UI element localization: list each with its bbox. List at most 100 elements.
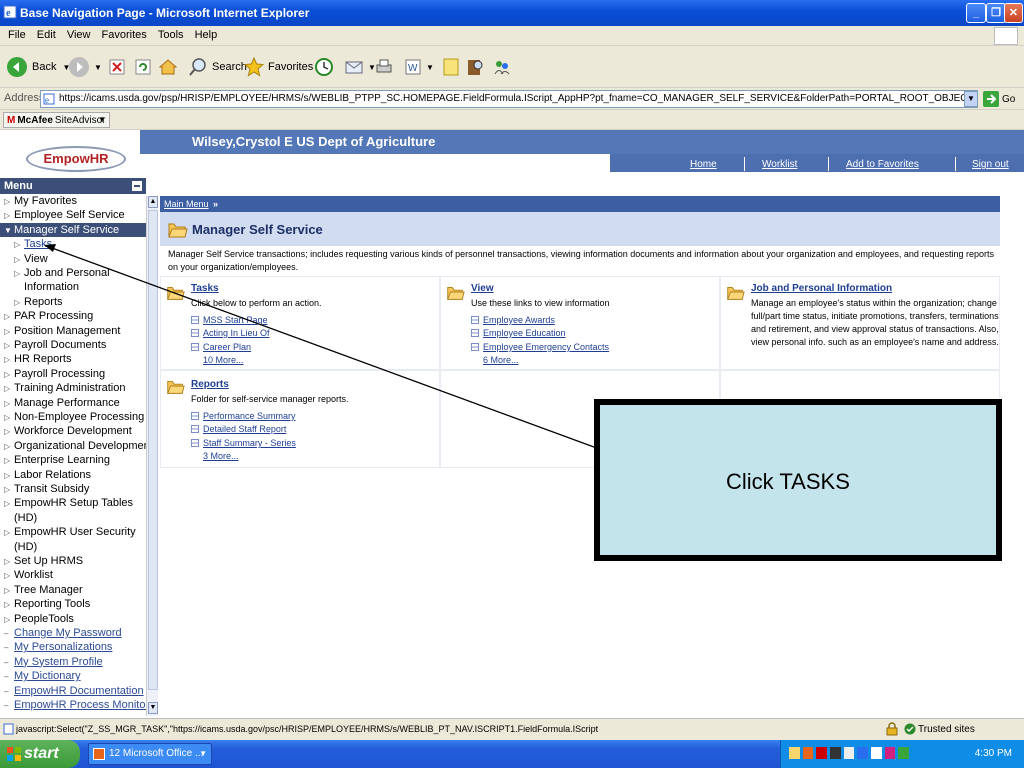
mail-button[interactable]: ▼ — [344, 54, 376, 80]
menu-item-labor-relations[interactable]: ▷ Labor Relations — [0, 468, 146, 482]
tray-mail-icon[interactable] — [789, 747, 800, 759]
collapse-menu-icon[interactable] — [132, 181, 142, 191]
taskbar-office-group[interactable]: 12 Microsoft Office ... ▼ — [88, 743, 212, 765]
close-button[interactable]: ✕ — [1004, 3, 1023, 23]
menu-tools[interactable]: Tools — [158, 29, 184, 41]
home-link[interactable]: Home — [690, 159, 717, 170]
history-button[interactable] — [314, 54, 338, 80]
refresh-button[interactable] — [134, 54, 156, 80]
menu-item-job-and-personal[interactable]: ▷ Job and Personal — [0, 266, 146, 280]
notes-button[interactable] — [442, 54, 464, 80]
detailed-staff-report-link[interactable]: Detailed Staff Report — [191, 424, 286, 434]
tray-office-icon[interactable] — [802, 747, 814, 759]
stop-button[interactable] — [108, 54, 130, 80]
reports-title-link[interactable]: Reports — [191, 379, 229, 390]
scroll-up-icon[interactable]: ▲ — [148, 196, 158, 208]
tray-network-icon[interactable] — [830, 747, 841, 759]
tasks-title-link[interactable]: Tasks — [191, 283, 219, 294]
menu-item-peopletools[interactable]: ▷ PeopleTools — [0, 612, 146, 626]
menu-item-view[interactable]: ▷ View — [0, 252, 146, 266]
scroll-down-icon[interactable]: ▼ — [148, 702, 158, 714]
performance-summary-link[interactable]: Performance Summary — [191, 411, 296, 421]
tray-speaker-icon[interactable] — [857, 747, 869, 759]
menu-item-empowhr-documentation[interactable]: – EmpowHR Documentation — [0, 684, 146, 698]
view-title-link[interactable]: View — [471, 283, 494, 294]
back-button[interactable]: Back ▼ — [6, 54, 70, 80]
job-personal-title-link[interactable]: Job and Personal Information — [751, 283, 892, 294]
maximize-button[interactable]: ❐ — [986, 3, 1006, 23]
menu-item-reporting-tools[interactable]: ▷ Reporting Tools — [0, 597, 146, 611]
menu-item-empowhr-setup-tables[interactable]: ▷ EmpowHR Setup Tables — [0, 496, 146, 510]
tray-security-icon[interactable] — [898, 747, 910, 759]
menu-item-my-favorites[interactable]: ▷ My Favorites — [0, 194, 146, 208]
employee-awards-link[interactable]: Employee Awards — [471, 315, 555, 325]
menu-item-tree-manager[interactable]: ▷ Tree Manager — [0, 583, 146, 597]
menu-item-label: My System Profile — [14, 655, 103, 668]
mss-start-page-link[interactable]: MSS Start Page — [191, 315, 268, 325]
menu-edit[interactable]: Edit — [37, 29, 56, 41]
minimize-button[interactable]: _ — [966, 3, 986, 23]
tasks-more-link[interactable]: 10 More... — [203, 355, 244, 365]
menu-help[interactable]: Help — [195, 29, 218, 41]
menu-item-empowhr-process-monitor[interactable]: – EmpowHR Process Monitor — [0, 698, 146, 712]
menu-item-empowhr-user-security[interactable]: ▷ EmpowHR User Security — [0, 525, 146, 539]
menu-file[interactable]: File — [8, 29, 26, 41]
menu-item-transit-subsidy[interactable]: ▷ Transit Subsidy — [0, 482, 146, 496]
menu-item-enterprise-learning[interactable]: ▷ Enterprise Learning — [0, 453, 146, 467]
menu-item-my-dictionary[interactable]: – My Dictionary — [0, 669, 146, 683]
staff-summary-series-link[interactable]: Staff Summary - Series — [191, 438, 296, 448]
menu-item-employee-self-service[interactable]: ▷ Employee Self Service — [0, 208, 146, 222]
acting-in-lieu-of-link[interactable]: Acting In Lieu Of — [191, 328, 270, 338]
menu-item-tasks[interactable]: ▷ Tasks — [0, 237, 146, 251]
worklist-link[interactable]: Worklist — [762, 159, 797, 170]
address-dropdown-button[interactable]: ▼ — [964, 91, 978, 107]
search-button[interactable]: Search — [188, 54, 247, 80]
menu-item-training-administration[interactable]: ▷ Training Administration — [0, 381, 146, 395]
print-button[interactable] — [374, 54, 398, 80]
menu-scrollbar[interactable]: ▲ ▼ — [146, 196, 158, 716]
menu-favorites[interactable]: Favorites — [102, 29, 147, 41]
view-more-link[interactable]: 6 More... — [483, 355, 519, 365]
add-to-favorites-link[interactable]: Add to Favorites — [846, 159, 919, 170]
tray-m-icon[interactable] — [884, 747, 896, 759]
menu-item-reports[interactable]: ▷ Reports — [0, 295, 146, 309]
reports-more-link[interactable]: 3 More... — [203, 451, 239, 461]
menu-item-my-personalizations[interactable]: – My Personalizations — [0, 640, 146, 654]
forward-button[interactable]: ▼ — [68, 54, 102, 80]
messenger-button[interactable] — [492, 54, 516, 80]
tray-printer-icon[interactable] — [843, 747, 855, 759]
go-button[interactable]: Go — [983, 91, 1015, 107]
address-input[interactable]: e https://icams.usda.gov/psp/HRISP/EMPLO… — [40, 90, 978, 108]
scroll-thumb[interactable] — [148, 210, 158, 690]
menu-item-payroll-processing[interactable]: ▷ Payroll Processing — [0, 367, 146, 381]
menu-item-worklist[interactable]: ▷ Worklist — [0, 568, 146, 582]
menu-item-hr-reports[interactable]: ▷ HR Reports — [0, 352, 146, 366]
menu-item-change-my-password[interactable]: – Change My Password — [0, 626, 146, 640]
menu-item-par-processing[interactable]: ▷ PAR Processing — [0, 309, 146, 323]
window-title-bar[interactable]: e Base Navigation Page - Microsoft Inter… — [0, 0, 1024, 26]
edit-button[interactable]: W ▼ — [404, 54, 434, 80]
career-plan-link[interactable]: Career Plan — [191, 342, 251, 352]
mcafee-siteadvisor-button[interactable]: M McAfee SiteAdvisor — [3, 112, 110, 128]
tray-tsc-icon[interactable] — [871, 747, 882, 759]
mcafee-dropdown-icon[interactable]: ▼ — [98, 115, 106, 124]
menu-view[interactable]: View — [67, 29, 91, 41]
start-button[interactable]: start — [0, 740, 80, 768]
menu-item-manager-self-service[interactable]: ▼ Manager Self Service — [0, 222, 146, 237]
menu-item-non-employee-processing[interactable]: ▷ Non-Employee Processing — [0, 410, 146, 424]
menu-item-payroll-documents[interactable]: ▷ Payroll Documents — [0, 338, 146, 352]
menu-item-position-management[interactable]: ▷ Position Management — [0, 324, 146, 338]
main-menu-link[interactable]: Main Menu — [164, 199, 209, 209]
sign-out-link[interactable]: Sign out — [972, 159, 1009, 170]
employee-emergency-contacts-link[interactable]: Employee Emergency Contacts — [471, 342, 609, 352]
menu-item-set-up-hrms[interactable]: ▷ Set Up HRMS — [0, 554, 146, 568]
menu-item-workforce-development[interactable]: ▷ Workforce Development — [0, 424, 146, 438]
favorites-button[interactable]: Favorites — [244, 54, 313, 80]
menu-item-manage-performance[interactable]: ▷ Manage Performance — [0, 396, 146, 410]
home-button[interactable] — [158, 54, 182, 80]
tray-mcafee-icon[interactable] — [816, 747, 828, 759]
menu-item-my-system-profile[interactable]: – My System Profile — [0, 655, 146, 669]
employee-education-link[interactable]: Employee Education — [471, 328, 566, 338]
menu-item-organizational-development[interactable]: ▷ Organizational Development — [0, 439, 146, 453]
research-button[interactable] — [466, 54, 488, 80]
